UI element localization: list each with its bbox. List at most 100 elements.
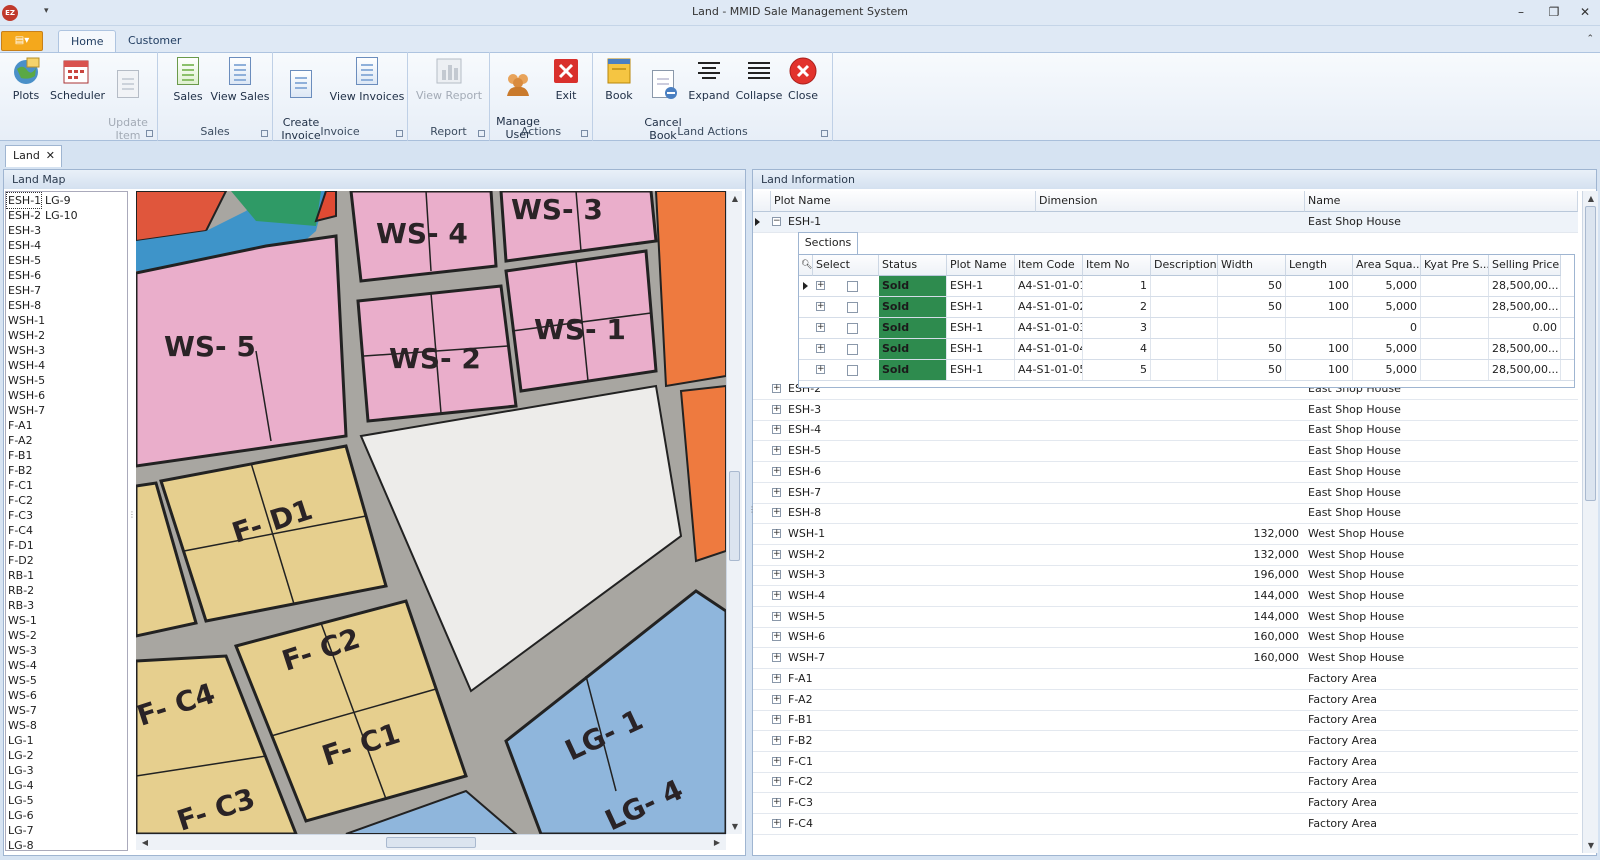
plot-list-item[interactable]: WSH-3 (7, 343, 67, 358)
plot-list-item[interactable]: WS-2 (7, 628, 67, 643)
expand-row-icon[interactable]: + (772, 735, 781, 745)
plot-list-item[interactable]: LG-9 (44, 193, 104, 208)
group-launcher-icon[interactable] (261, 130, 268, 137)
plot-list-item[interactable]: WSH-4 (7, 358, 67, 373)
select-checkbox[interactable] (847, 344, 858, 355)
select-checkbox[interactable] (847, 281, 858, 292)
table-row[interactable]: + F-B1 Factory Area (753, 710, 1578, 732)
plot-list-item[interactable]: ESH-6 (7, 268, 67, 283)
expand-row-icon[interactable]: + (772, 508, 781, 518)
plot-list-item[interactable]: WS-6 (7, 688, 67, 703)
plots-button[interactable]: Plots (0, 56, 52, 102)
section-row[interactable]: + Sold ESH-1 A4-S1-01-04 4 50 100 5,000 28,500,0… (799, 339, 1574, 360)
expand-row-icon[interactable]: + (772, 715, 781, 725)
expand-row-icon[interactable]: + (816, 323, 825, 332)
tab-sections[interactable]: Sections (798, 232, 858, 254)
collapse-row-icon[interactable]: − (772, 217, 781, 226)
section-row[interactable]: + Sold ESH-1 A4-S1-01-03 3 0 0.00 (799, 318, 1574, 339)
table-row[interactable]: + F-C4 Factory Area (753, 814, 1578, 835)
expand-row-icon[interactable]: + (772, 466, 781, 476)
table-row[interactable]: + WSH-1 132,000 West Shop House (753, 524, 1578, 545)
plot-list-item[interactable]: F-A2 (7, 433, 67, 448)
table-row[interactable]: + WSH-2 132,000 West Shop House (753, 545, 1578, 566)
column-header-length[interactable]: Length (1286, 255, 1353, 276)
expand-row-icon[interactable]: + (816, 281, 825, 290)
minimize-icon[interactable]: – (1510, 4, 1532, 20)
group-launcher-icon[interactable] (478, 130, 485, 137)
view-report-button[interactable]: View Report (412, 56, 486, 102)
expand-row-icon[interactable]: + (772, 425, 781, 435)
select-checkbox[interactable] (847, 323, 858, 334)
expand-row-icon[interactable]: + (772, 611, 781, 621)
expand-row-icon[interactable]: + (772, 798, 781, 807)
tab-land[interactable]: Land ✕ (5, 145, 62, 167)
column-header-plot-name[interactable]: Plot Name (771, 191, 1036, 212)
tab-home[interactable]: Home (58, 30, 117, 52)
plot-list-item[interactable]: F-B2 (7, 463, 67, 478)
close-button[interactable]: Close (777, 56, 829, 102)
column-header-selling-price[interactable]: Selling Price (1489, 255, 1561, 276)
plot-list-item[interactable]: F-C1 (7, 478, 67, 493)
map-hscroll-thumb[interactable] (386, 837, 476, 848)
plot-list-item[interactable]: WS-4 (7, 658, 67, 673)
plot-list-item[interactable]: WSH-6 (7, 388, 67, 403)
plot-list-item[interactable]: LG-6 (7, 808, 67, 823)
plot-list-item[interactable]: LG-8 (7, 838, 67, 850)
plot-list-item[interactable]: WSH-2 (7, 328, 67, 343)
section-row[interactable]: + Sold ESH-1 A4-S1-01-01 1 50 100 5,000 28,500,0… (799, 276, 1574, 297)
grid-vertical-scrollbar[interactable]: ▲ ▼ (1582, 191, 1598, 853)
exit-button[interactable]: Exit (540, 56, 592, 102)
plot-list-item[interactable]: ESH-3 (7, 223, 67, 238)
expand-row-icon[interactable]: + (772, 549, 781, 559)
application-menu-button[interactable]: ▤▾ (1, 31, 43, 51)
scheduler-button[interactable]: Scheduler (50, 56, 105, 102)
plot-list-item[interactable]: LG-10 (44, 208, 104, 223)
table-row[interactable]: + WSH-6 160,000 West Shop House (753, 627, 1578, 649)
map-vscroll-thumb[interactable] (729, 471, 740, 561)
plot-list-item[interactable]: F-D2 (7, 553, 67, 568)
plot-list-item[interactable]: WS-8 (7, 718, 67, 733)
plot-list-item[interactable]: ESH-4 (7, 238, 67, 253)
expand-row-icon[interactable]: + (772, 632, 781, 642)
expand-row-icon[interactable]: + (816, 365, 825, 374)
plot-list-item[interactable]: WSH-5 (7, 373, 67, 388)
table-row[interactable]: + ESH-8 East Shop House (753, 503, 1578, 525)
plot-list-item[interactable]: LG-5 (7, 793, 67, 808)
splitter-grip-icon[interactable]: ⋮ (128, 510, 136, 519)
view-sales-button[interactable]: View Sales (208, 56, 272, 103)
plot-list-item[interactable]: F-C2 (7, 493, 67, 508)
view-invoices-button[interactable]: View Invoices (327, 56, 407, 103)
group-launcher-icon[interactable] (146, 130, 153, 137)
plot-list-item[interactable]: LG-1 (7, 733, 67, 748)
tab-customer[interactable]: Customer (116, 30, 193, 52)
plot-list-item[interactable]: F-C3 (7, 508, 67, 523)
expand-row-icon[interactable]: + (772, 570, 781, 580)
expand-row-icon[interactable]: + (816, 302, 825, 311)
plot-list-item[interactable]: LG-7 (7, 823, 67, 838)
column-header-name[interactable]: Name (1305, 191, 1578, 212)
expand-row-icon[interactable]: + (772, 653, 781, 663)
plot-list-item[interactable]: RB-3 (7, 598, 67, 613)
group-launcher-icon[interactable] (821, 130, 828, 137)
select-checkbox[interactable] (847, 365, 858, 376)
scroll-down-icon[interactable]: ▼ (728, 822, 742, 831)
column-header-item-code[interactable]: Item Code (1015, 255, 1083, 276)
table-row[interactable]: + ESH-3 East Shop House (753, 400, 1578, 421)
column-header-kyat-per-sqft[interactable]: Kyat Pre S... (1421, 255, 1489, 276)
table-row[interactable]: + ESH-7 East Shop House (753, 483, 1578, 504)
table-row[interactable]: + F-A2 Factory Area (753, 690, 1578, 711)
plot-list-item[interactable]: F-B1 (7, 448, 67, 463)
plot-list-item[interactable]: F-D1 (7, 538, 67, 553)
minimize-ribbon-icon[interactable]: ⌃ (1586, 34, 1594, 44)
table-row[interactable]: + WSH-5 144,000 West Shop House (753, 607, 1578, 628)
plot-list-item[interactable]: ESH-7 (7, 283, 67, 298)
plot-list-item[interactable]: WS-1 (7, 613, 67, 628)
plot-list-item[interactable]: ESH-5 (7, 253, 67, 268)
scroll-up-icon[interactable]: ▲ (1584, 194, 1598, 203)
column-header-area[interactable]: Area Squa... (1353, 255, 1421, 276)
section-row[interactable]: + Sold ESH-1 A4-S1-01-05 5 50 100 5,000 28,500,0… (799, 360, 1574, 381)
table-row[interactable]: + WSH-3 196,000 West Shop House (753, 565, 1578, 587)
table-row[interactable]: + ESH-4 East Shop House (753, 420, 1578, 442)
group-launcher-icon[interactable] (581, 130, 588, 137)
map-vertical-scrollbar[interactable]: ▲ ▼ (726, 191, 742, 834)
